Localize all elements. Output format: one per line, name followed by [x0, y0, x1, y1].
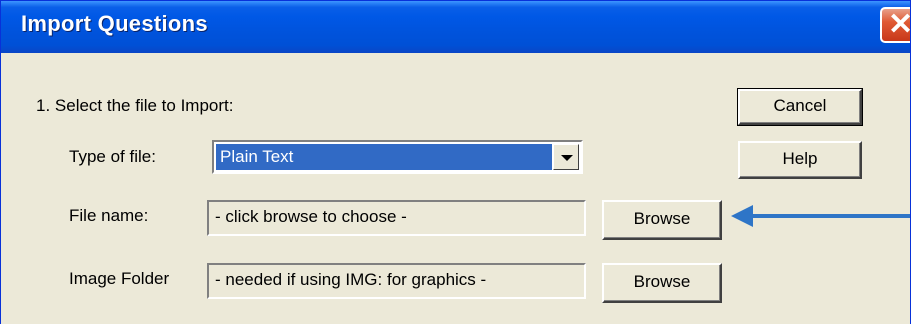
type-of-file-select[interactable]: Plain Text — [212, 140, 583, 174]
type-of-file-value: Plain Text — [216, 144, 552, 170]
file-name-label: File name: — [69, 206, 149, 225]
title-bar[interactable]: Import Questions ✕ — [1, 1, 910, 53]
image-folder-browse-button[interactable]: Browse — [602, 263, 722, 303]
close-icon: ✕ — [888, 8, 911, 41]
type-of-file-label: Type of file: — [69, 147, 156, 166]
arrow-left-icon — [731, 205, 910, 227]
file-name-browse-button[interactable]: Browse — [602, 200, 722, 240]
import-questions-dialog: Import Questions ✕ 1. Select the file to… — [0, 0, 911, 324]
help-button[interactable]: Help — [738, 141, 862, 179]
chevron-down-icon — [561, 155, 573, 161]
cancel-button[interactable]: Cancel — [737, 88, 863, 126]
step-label: 1. Select the file to Import: — [36, 96, 234, 115]
image-folder-field[interactable]: - needed if using IMG: for graphics - — [207, 263, 586, 299]
image-folder-label: Image Folder — [69, 269, 170, 288]
file-name-field[interactable]: - click browse to choose - — [207, 200, 586, 236]
dialog-title: Import Questions — [21, 11, 208, 36]
close-button[interactable]: ✕ — [880, 7, 911, 43]
dropdown-button[interactable] — [553, 144, 579, 170]
